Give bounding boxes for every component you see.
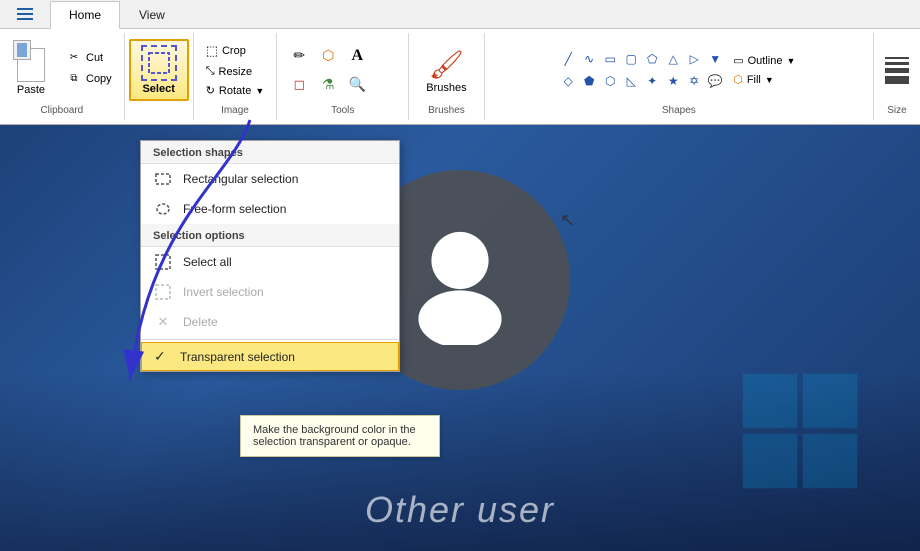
tools-grid: ✏ ⬡ A ◻ ⚗ 🔍 (285, 42, 400, 99)
tooltip: Make the background color in the selecti… (240, 415, 440, 457)
other-user-label: Other user (365, 489, 555, 531)
size-medium[interactable] (885, 62, 909, 65)
ribbon: Home View Paste (0, 0, 920, 125)
cut-icon: ✂ (66, 50, 82, 66)
select-all-item[interactable]: Select all (141, 247, 399, 277)
shapes-grid-2: ◇ ⬟ ⬡ ◺ ✦ ★ ✡ 💬 (558, 71, 725, 91)
callout-tool[interactable]: 💬 (705, 71, 725, 91)
copy-icon: ⧉ (66, 71, 82, 87)
freeform-selection-item[interactable]: Free-form selection (141, 194, 399, 224)
select-button[interactable]: Select (129, 39, 189, 101)
hexagon-tool[interactable]: ⬡ (600, 71, 620, 91)
rectangular-selection-item[interactable]: Rectangular selection (141, 164, 399, 194)
star5-tool[interactable]: ★ (663, 71, 683, 91)
picker-tool[interactable]: ⚗ (314, 71, 342, 99)
ribbon-content: Paste ✂ Cut ⧉ Copy Clipboard (0, 29, 920, 124)
rect-sel-icon (153, 169, 173, 189)
fill-icon: ⬡ (733, 73, 743, 86)
delete-item[interactable]: ✕ Delete (141, 307, 399, 337)
magnify-tool[interactable]: 🔍 (343, 71, 371, 99)
paste-button[interactable]: Paste (8, 33, 54, 103)
triangle-tool[interactable]: △ (663, 49, 683, 69)
size-label: Size (882, 105, 912, 116)
size-thin[interactable] (885, 57, 909, 59)
fill-button[interactable]: ⬡ Fill ▼ (729, 71, 799, 88)
size-options (882, 57, 912, 84)
clipboard-small-buttons: ✂ Cut ⧉ Copy (62, 48, 116, 89)
brushes-icon: 🖌 (428, 46, 464, 82)
fill-tool[interactable]: ⬡ (314, 42, 342, 70)
poly-tool[interactable]: ⬠ (642, 49, 662, 69)
paste-label: Paste (17, 84, 45, 96)
star6-tool[interactable]: ✡ (684, 71, 704, 91)
brushes-label: Brushes (417, 105, 475, 116)
rotate-dropdown-icon: ▼ (255, 86, 264, 96)
rect-tool[interactable]: ▭ (600, 49, 620, 69)
brushes-button[interactable]: 🖌 Brushes (417, 41, 475, 99)
delete-icon: ✕ (153, 312, 173, 332)
brushes-group: 🖌 Brushes Brushes (409, 33, 484, 120)
checkmark-icon: ✓ (154, 348, 170, 365)
select-group: Select sel (125, 33, 194, 120)
outline-button[interactable]: ▭ Outline ▼ (729, 52, 799, 69)
invert-selection-item[interactable]: Invert selection (141, 277, 399, 307)
shapes-label: Shapes (489, 105, 869, 116)
resize-icon: ⤡ (206, 65, 215, 78)
select-all-icon (153, 252, 173, 272)
size-thicker[interactable] (885, 76, 909, 84)
app-menu-button[interactable] (0, 0, 50, 28)
invert-sel-icon (153, 282, 173, 302)
shapes-group: ╱ ∿ ▭ ▢ ⬠ △ ▷ ▼ ◇ ⬟ ⬡ ◺ ✦ (485, 33, 874, 120)
line-tool[interactable]: ╱ (558, 49, 578, 69)
freeform-sel-icon (153, 199, 173, 219)
outline-dropdown: ▼ (786, 56, 795, 66)
select-label: Select (142, 83, 174, 95)
ribbon-tabs: Home View (0, 0, 920, 29)
more-shapes[interactable]: ▼ (705, 49, 725, 69)
windows-logo (740, 371, 860, 491)
star4-tool[interactable]: ✦ (642, 71, 662, 91)
tab-home[interactable]: Home (50, 1, 120, 29)
select-icon (141, 45, 177, 81)
select-dropdown-menu: Selection shapes Rectangular selection F… (140, 140, 400, 372)
clipboard-label: Clipboard (8, 105, 116, 116)
eraser-tool[interactable]: ◻ (285, 71, 313, 99)
size-thick[interactable] (885, 68, 909, 73)
arrow-tool[interactable]: ▷ (684, 49, 704, 69)
outline-icon: ▭ (733, 54, 743, 67)
selection-options-label: Selection options (141, 224, 399, 247)
diamond-tool[interactable]: ◇ (558, 71, 578, 91)
image-buttons: ⬚ Crop ⤡ Resize ↻ Rotate ▼ (202, 41, 269, 99)
size-group: Size (874, 33, 920, 120)
menu-divider (141, 339, 399, 340)
crop-icon: ⬚ (206, 43, 218, 59)
crop-button[interactable]: ⬚ Crop (202, 41, 269, 61)
transparent-selection-item[interactable]: ✓ Transparent selection (141, 342, 399, 371)
right-tri[interactable]: ◺ (621, 71, 641, 91)
shapes-grid: ╱ ∿ ▭ ▢ ⬠ △ ▷ ▼ (558, 49, 725, 69)
curve-tool[interactable]: ∿ (579, 49, 599, 69)
roundrect-tool[interactable]: ▢ (621, 49, 641, 69)
pencil-tool[interactable]: ✏ (285, 42, 313, 70)
clipboard-group: Paste ✂ Cut ⧉ Copy Clipboard (0, 33, 125, 120)
image-label: Image (202, 105, 269, 116)
selection-shapes-label: Selection shapes (141, 141, 399, 164)
pentagon-tool[interactable]: ⬟ (579, 71, 599, 91)
cut-button[interactable]: ✂ Cut (62, 48, 116, 68)
fill-dropdown: ▼ (765, 75, 774, 85)
tab-view[interactable]: View (120, 1, 184, 29)
resize-button[interactable]: ⤡ Resize (202, 63, 269, 80)
outline-fill-options: ▭ Outline ▼ ⬡ Fill ▼ (729, 52, 799, 88)
text-tool[interactable]: A (343, 42, 371, 70)
tools-group: ✏ ⬡ A ◻ ⚗ 🔍 Tools (277, 33, 409, 120)
copy-button[interactable]: ⧉ Copy (62, 69, 116, 89)
rotate-button[interactable]: ↻ Rotate ▼ (202, 82, 269, 99)
tools-label: Tools (285, 105, 400, 116)
image-group: ⬚ Crop ⤡ Resize ↻ Rotate ▼ Image (194, 33, 278, 120)
rotate-icon: ↻ (206, 84, 215, 97)
